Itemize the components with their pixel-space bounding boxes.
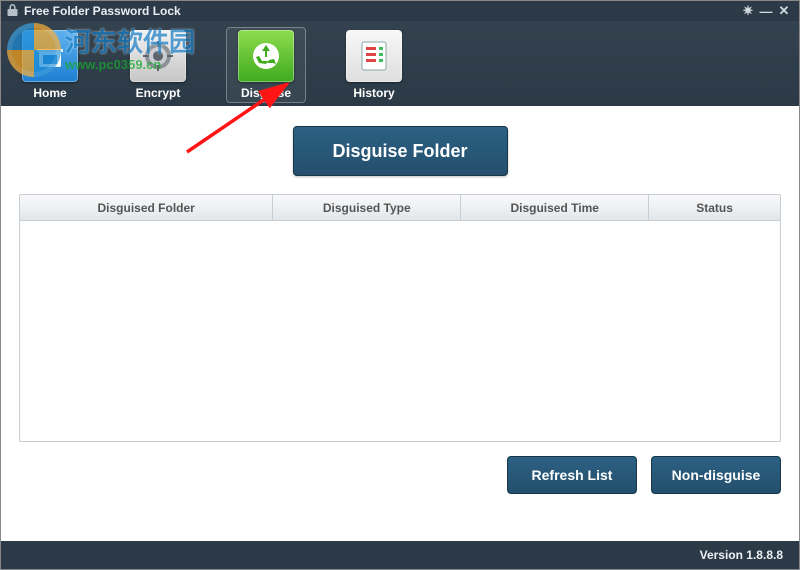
- nav-history[interactable]: History: [335, 28, 413, 102]
- title-bar: Free Folder Password Lock ✷ — ✕: [1, 1, 799, 21]
- nav-label: Home: [33, 86, 66, 100]
- recycle-icon: [238, 30, 294, 82]
- minimize-button[interactable]: —: [757, 4, 775, 19]
- version-label: Version 1.8.8.8: [700, 548, 783, 562]
- lock-icon: [7, 4, 18, 19]
- table-header: Disguised Folder Disguised Type Disguise…: [20, 195, 780, 221]
- main-panel: Disguise Folder Disguised Folder Disguis…: [1, 106, 799, 494]
- close-button[interactable]: ✕: [775, 3, 793, 19]
- non-disguise-button[interactable]: Non-disguise: [651, 456, 781, 494]
- nav-label: History: [353, 86, 394, 100]
- col-folder[interactable]: Disguised Folder: [20, 195, 273, 220]
- disguise-folder-button[interactable]: Disguise Folder: [293, 126, 508, 176]
- window-title: Free Folder Password Lock: [24, 4, 181, 18]
- vault-icon: [130, 30, 186, 82]
- nav-label: Encrypt: [136, 86, 181, 100]
- col-time[interactable]: Disguised Time: [461, 195, 649, 220]
- main-toolbar: Home Encrypt Disguise History: [1, 21, 799, 106]
- nav-label: Disguise: [241, 86, 291, 100]
- refresh-list-button[interactable]: Refresh List: [507, 456, 637, 494]
- col-type[interactable]: Disguised Type: [273, 195, 461, 220]
- home-icon: [22, 30, 78, 82]
- col-status[interactable]: Status: [649, 195, 780, 220]
- nav-home[interactable]: Home: [11, 28, 89, 102]
- history-icon: [346, 30, 402, 82]
- settings-icon[interactable]: ✷: [739, 3, 757, 19]
- nav-encrypt[interactable]: Encrypt: [119, 28, 197, 102]
- disguised-table: Disguised Folder Disguised Type Disguise…: [19, 194, 781, 442]
- status-bar: Version 1.8.8.8: [1, 541, 799, 569]
- action-buttons: Refresh List Non-disguise: [19, 456, 781, 494]
- nav-disguise[interactable]: Disguise: [227, 28, 305, 102]
